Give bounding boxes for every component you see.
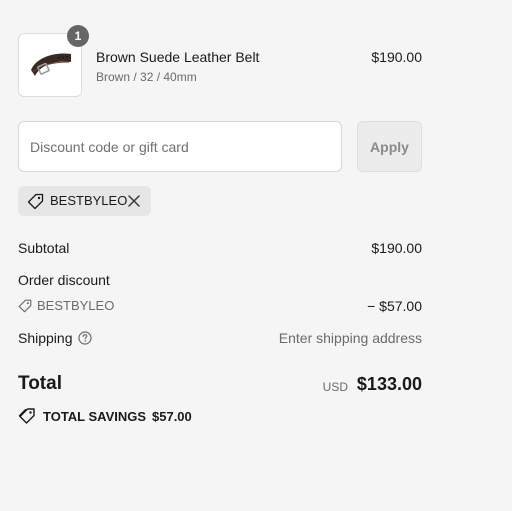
quantity-badge: 1: [67, 25, 89, 47]
apply-button[interactable]: Apply: [357, 121, 422, 172]
tag-icon: [27, 193, 44, 210]
savings-tag-icon: [18, 408, 35, 424]
close-icon[interactable]: [127, 194, 141, 208]
discount-code-input[interactable]: [18, 121, 342, 172]
subtotal-label: Subtotal: [18, 240, 70, 256]
applied-discount-chip: BESTBYLEO: [18, 186, 151, 216]
total-value: $133.00: [356, 374, 422, 394]
order-discount-label: Order discount: [18, 272, 110, 288]
help-icon[interactable]: [78, 331, 92, 345]
discount-code-label: BESTBYLEO: [37, 298, 115, 313]
order-summary: 1 Brown Suede Leather Belt Brown / 32 / …: [0, 0, 512, 511]
product-price: $190.00: [371, 49, 422, 65]
total-savings-label: TOTAL SAVINGS: [43, 409, 147, 424]
tag-icon: [18, 299, 32, 313]
shipping-label: Shipping: [18, 330, 73, 346]
applied-code-label: BESTBYLEO: [50, 193, 128, 208]
discount-value: − $57.00: [367, 298, 422, 314]
belt-image: [31, 53, 71, 76]
subtotal-value: $190.00: [371, 240, 422, 256]
product-variant: Brown / 32 / 40mm: [96, 70, 197, 84]
currency-code: USD: [322, 380, 348, 394]
shipping-value: Enter shipping address: [278, 330, 422, 346]
total-label: Total: [18, 373, 62, 394]
total-savings-value: $57.00: [152, 409, 192, 424]
product-name: Brown Suede Leather Belt: [96, 49, 260, 65]
line-item: 1 Brown Suede Leather Belt Brown / 32 / …: [18, 25, 422, 97]
